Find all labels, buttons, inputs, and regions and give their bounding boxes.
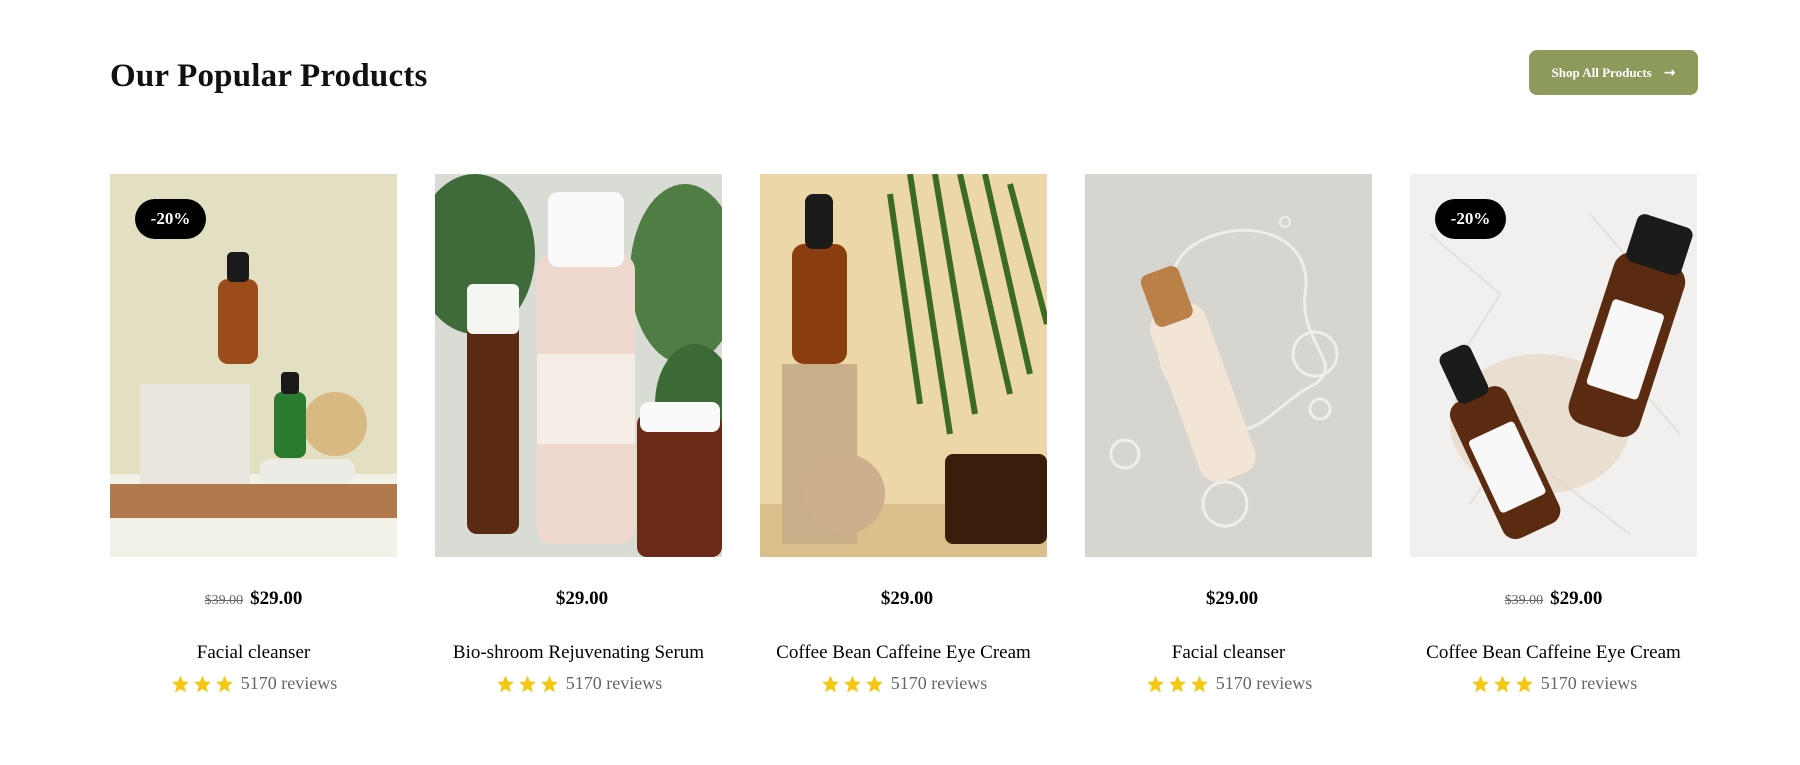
arrow-right-icon: →: [1663, 64, 1676, 81]
product-grid: -20% $39.00 $29.00 Facial cleanser 5170 …: [110, 174, 1697, 694]
star-icon: [1515, 675, 1533, 692]
price-row: $39.00 $29.00: [1410, 588, 1697, 610]
rating: 5170 reviews: [1410, 673, 1697, 694]
price: $29.00: [250, 588, 303, 609]
discount-badge: -20%: [1435, 199, 1506, 239]
star-icon: [843, 675, 861, 692]
old-price: $39.00: [204, 593, 244, 608]
review-count: 5170 reviews: [1215, 673, 1313, 693]
product-card[interactable]: -20% $39.00 $29.00 Coffee Bean Caffeine …: [1410, 174, 1697, 694]
section-header: Our Popular Products Shop All Products →: [110, 0, 1698, 140]
product-name[interactable]: Coffee Bean Caffeine Eye Cream: [760, 642, 1047, 664]
star-icon: [518, 675, 536, 692]
shop-all-products-label: Shop All Products: [1551, 64, 1652, 80]
product-image[interactable]: -20%: [110, 174, 397, 557]
star-rating: [820, 674, 885, 694]
price: $29.00: [1205, 588, 1259, 609]
product-image[interactable]: [435, 174, 722, 557]
product-name[interactable]: Bio-shroom Rejuvenating Serum: [435, 642, 722, 664]
product-name[interactable]: Facial cleanser: [110, 642, 397, 664]
star-rating: [1470, 674, 1535, 694]
star-icon: [821, 675, 839, 692]
review-count: 5170 reviews: [890, 673, 988, 693]
star-icon: [1471, 675, 1489, 692]
star-icon: [1493, 675, 1511, 692]
price: $29.00: [1550, 588, 1603, 609]
review-count: 5170 reviews: [565, 673, 663, 693]
price-row: $29.00: [1085, 588, 1372, 610]
discount-badge: -20%: [135, 199, 206, 239]
product-image[interactable]: [1085, 174, 1372, 557]
price: $29.00: [880, 588, 934, 609]
star-rating: [170, 674, 235, 694]
product-card[interactable]: $29.00 Facial cleanser 5170 reviews: [1085, 174, 1372, 694]
star-icon: [1146, 675, 1164, 692]
product-card[interactable]: -20% $39.00 $29.00 Facial cleanser 5170 …: [110, 174, 397, 694]
product-card[interactable]: $29.00 Bio-shroom Rejuvenating Serum 517…: [435, 174, 722, 694]
star-icon: [193, 675, 211, 692]
star-icon: [215, 675, 233, 692]
product-name[interactable]: Facial cleanser: [1085, 642, 1372, 664]
price-row: $39.00 $29.00: [110, 588, 397, 610]
old-price: $39.00: [1504, 593, 1544, 608]
product-card[interactable]: $29.00 Coffee Bean Caffeine Eye Cream 51…: [760, 174, 1047, 694]
price-row: $29.00: [435, 588, 722, 610]
star-rating: [495, 674, 560, 694]
review-count: 5170 reviews: [1540, 673, 1638, 693]
product-image[interactable]: -20%: [1410, 174, 1697, 557]
rating: 5170 reviews: [435, 673, 722, 694]
star-icon: [865, 675, 883, 692]
star-icon: [496, 675, 514, 692]
star-icon: [1190, 675, 1208, 692]
star-icon: [171, 675, 189, 692]
star-icon: [1168, 675, 1186, 692]
star-rating: [1145, 674, 1210, 694]
price: $29.00: [555, 588, 609, 609]
rating: 5170 reviews: [760, 673, 1047, 694]
product-name[interactable]: Coffee Bean Caffeine Eye Cream: [1410, 642, 1697, 664]
rating: 5170 reviews: [110, 673, 397, 694]
product-image[interactable]: [760, 174, 1047, 557]
price-row: $29.00: [760, 588, 1047, 610]
star-icon: [540, 675, 558, 692]
shop-all-products-button[interactable]: Shop All Products →: [1529, 50, 1698, 95]
review-count: 5170 reviews: [240, 673, 338, 693]
rating: 5170 reviews: [1085, 673, 1372, 694]
page-title: Our Popular Products: [110, 58, 428, 94]
